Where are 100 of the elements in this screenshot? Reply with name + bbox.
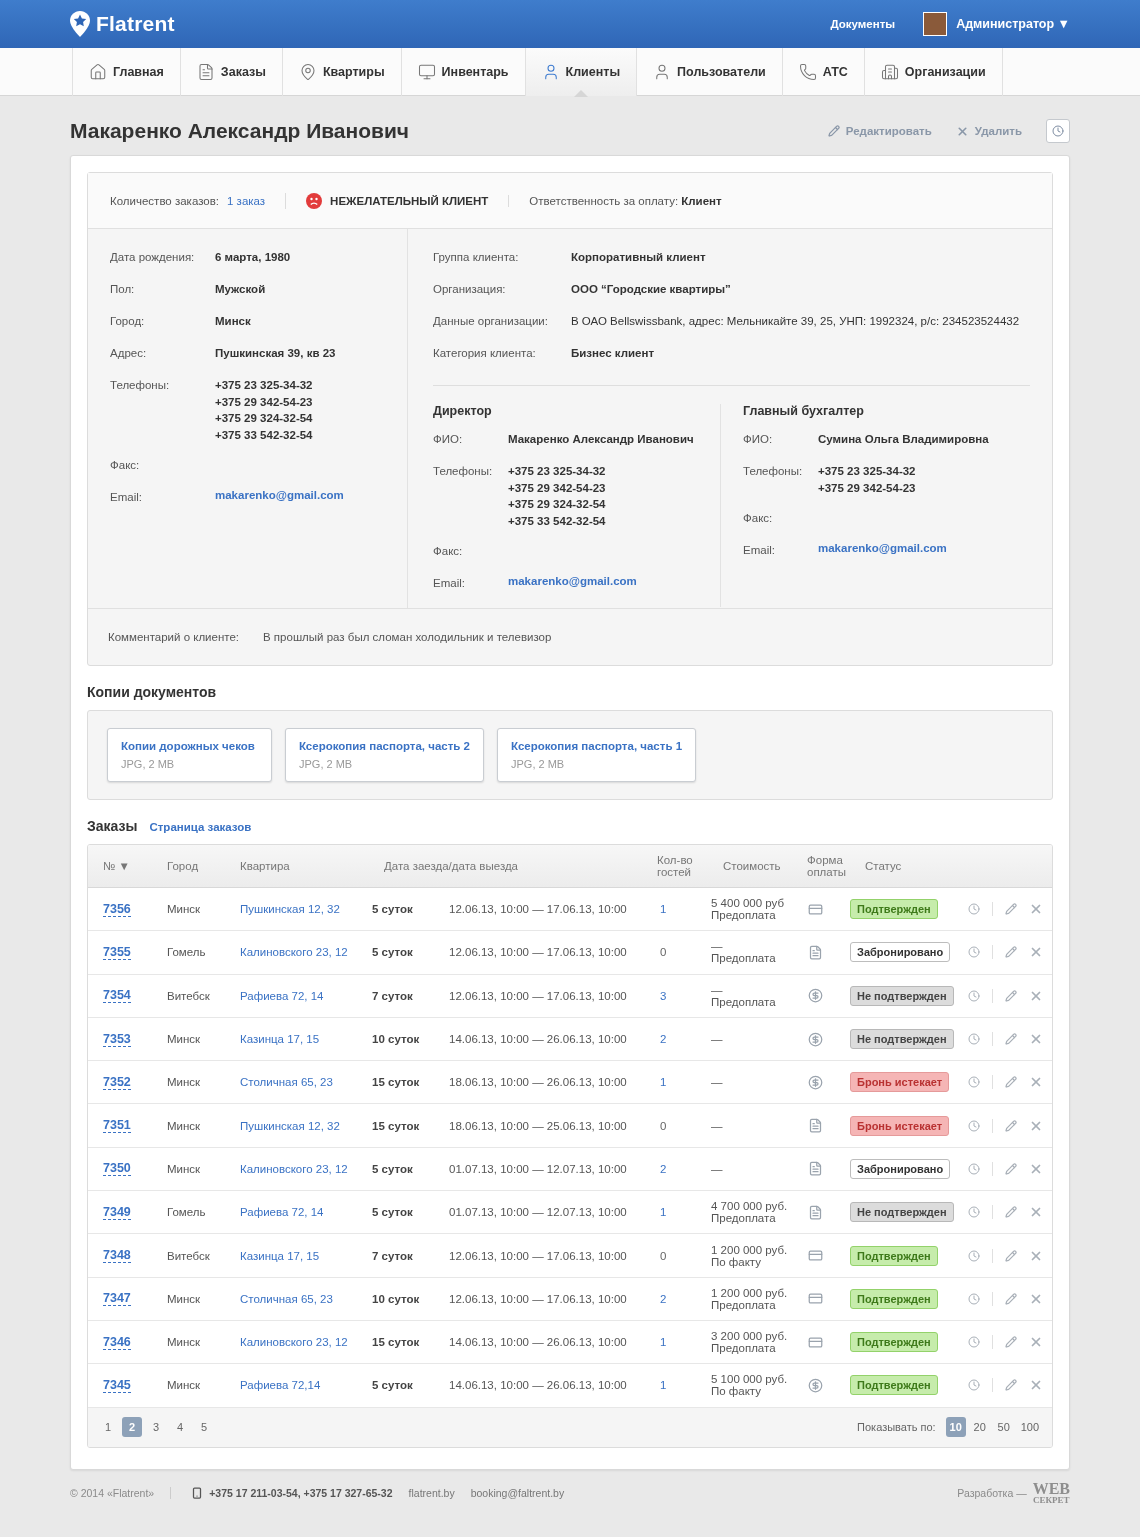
order-id-link[interactable]: 7355	[103, 944, 131, 960]
nav-tab[interactable]: Организации	[863, 48, 1003, 96]
apartment-link[interactable]: Рафиева 72,14	[225, 1379, 369, 1392]
pencil-icon[interactable]	[1005, 1336, 1017, 1349]
document-card[interactable]: Ксерокопия паспорта, часть 2 JPG, 2 MB	[285, 728, 485, 782]
guests-cell[interactable]: 2	[642, 1292, 708, 1305]
page-link[interactable]: 3	[146, 1417, 166, 1438]
apartment-link[interactable]: Столичная 65, 23	[225, 1292, 369, 1305]
city-cell-text: Минск	[166, 1379, 202, 1392]
guests-cell[interactable]: 1	[642, 1076, 708, 1089]
history-icon[interactable]	[968, 903, 980, 916]
nav-tab[interactable]: АТС	[781, 48, 864, 96]
status-badge: Подтвержден	[850, 899, 938, 920]
per-page-option[interactable]: 100	[1017, 1417, 1042, 1438]
order-id-link[interactable]: 7346	[103, 1334, 131, 1350]
apartment-link[interactable]: Столичная 65, 23	[225, 1076, 369, 1089]
guests-cell[interactable]: 2	[642, 1033, 708, 1046]
order-id-link[interactable]: 7356	[103, 901, 131, 917]
page-link[interactable]: 1	[98, 1417, 118, 1438]
field-label: Email:	[743, 543, 776, 558]
site-link[interactable]: flatrent.by	[408, 1486, 455, 1499]
apartment-link[interactable]: Калиновского 23, 12	[225, 1336, 369, 1349]
apartment-link[interactable]: Пушкинская 12, 32	[225, 903, 369, 916]
pencil-icon[interactable]	[1005, 1119, 1017, 1132]
history-button[interactable]	[1046, 119, 1070, 143]
apartment-link[interactable]: Пушкинская 12, 32	[225, 1119, 369, 1132]
user-menu[interactable]: Администратор ▼	[956, 17, 1070, 31]
nav-tab[interactable]: Главная	[72, 48, 180, 96]
comment-label: Комментарий о клиенте:	[108, 630, 239, 645]
per-page-option[interactable]: 50	[993, 1417, 1014, 1438]
field-label: Телефоны:	[433, 464, 494, 479]
column-header[interactable]: № ▼	[88, 860, 152, 872]
guests-cell[interactable]: 1	[642, 1336, 708, 1349]
nav-tab[interactable]: Инвентарь	[400, 48, 525, 96]
history-icon[interactable]	[968, 1119, 980, 1132]
history-icon[interactable]	[968, 1076, 980, 1089]
guests-cell[interactable]: 1	[642, 903, 708, 916]
history-icon[interactable]	[968, 946, 980, 959]
developer-logo-text[interactable]: WEB	[1032, 1481, 1070, 1496]
order-id-link[interactable]: 7350	[103, 1161, 131, 1177]
apartment-link[interactable]: Калиновского 23, 12	[225, 946, 369, 959]
history-icon[interactable]	[968, 1033, 980, 1046]
document-meta: JPG, 2 MB	[121, 758, 176, 770]
page-link[interactable]: 4	[170, 1417, 190, 1438]
order-id-link[interactable]: 7347	[103, 1291, 131, 1307]
apartment-link[interactable]: Казинца 17, 15	[225, 1249, 369, 1262]
history-icon[interactable]	[968, 1336, 980, 1349]
apartment-link[interactable]: Рафиева 72, 14	[225, 1206, 369, 1219]
documents-link[interactable]: Документы	[830, 18, 896, 30]
nav-tab[interactable]: Квартиры	[281, 48, 401, 96]
guests-cell[interactable]: 1	[642, 1206, 708, 1219]
order-id-link[interactable]: 7345	[103, 1377, 131, 1393]
apartment-link[interactable]: Калиновского 23, 12	[225, 1162, 369, 1175]
order-id-link[interactable]: 7348	[103, 1248, 131, 1263]
pencil-icon[interactable]	[1005, 1076, 1017, 1089]
payment-terms: Предоплата	[711, 1298, 776, 1311]
pencil-icon[interactable]	[1005, 946, 1017, 959]
history-icon[interactable]	[968, 989, 980, 1002]
orders-page-link[interactable]: Страница заказов	[149, 821, 252, 833]
email-link[interactable]: makarenko@gmail.com	[508, 575, 720, 587]
email-link[interactable]: makarenko@gmail.com	[818, 542, 1030, 554]
document-card[interactable]: Копии дорожных чеков JPG, 2 MB	[107, 728, 272, 782]
email-link[interactable]: makarenko@gmail.com	[215, 489, 407, 501]
order-id-link[interactable]: 7351	[103, 1118, 131, 1134]
document-card[interactable]: Ксерокопия паспорта, часть 1 JPG, 2 MB	[497, 728, 697, 782]
nav-tab[interactable]: Клиенты	[524, 48, 637, 96]
guests-cell[interactable]: 2	[642, 1162, 708, 1175]
per-page-option[interactable]: 10	[945, 1417, 966, 1438]
order-id-link[interactable]: 7349	[103, 1204, 131, 1220]
pencil-icon[interactable]	[1005, 1379, 1017, 1392]
pencil-icon[interactable]	[1005, 903, 1017, 916]
field-value: В ОАО Bellswissbank, адрес: Мельникайте 39, 25, УНП: 1992324, р/с: 234523524432	[571, 314, 1021, 329]
history-icon[interactable]	[968, 1162, 980, 1175]
pencil-icon[interactable]	[1005, 1249, 1017, 1262]
orders-count-link[interactable]: 1 заказ	[227, 194, 266, 207]
history-icon[interactable]	[968, 1249, 980, 1262]
nav-tab[interactable]: Пользователи	[636, 48, 782, 96]
apartment-link[interactable]: Рафиева 72, 14	[225, 989, 369, 1002]
developer-logo-text[interactable]: СЕКРЕТ	[1033, 1495, 1070, 1505]
nav-tab[interactable]: Заказы	[179, 48, 282, 96]
per-page-option[interactable]: 20	[969, 1417, 990, 1438]
pencil-icon[interactable]	[1005, 989, 1017, 1002]
cost-amount: —	[711, 983, 724, 996]
nights-cell-text: 5 суток	[371, 1379, 414, 1392]
pencil-icon[interactable]	[1005, 1162, 1017, 1175]
email-link[interactable]: booking@faltrent.by	[470, 1486, 565, 1499]
page-link[interactable]: 2	[122, 1417, 142, 1438]
pencil-icon[interactable]	[1005, 1292, 1017, 1305]
page-link[interactable]: 5	[194, 1417, 214, 1438]
order-id-link[interactable]: 7352	[103, 1074, 131, 1090]
guests-cell[interactable]: 3	[642, 989, 708, 1002]
history-icon[interactable]	[968, 1292, 980, 1305]
order-id-link[interactable]: 7354	[103, 988, 131, 1004]
apartment-link[interactable]: Казинца 17, 15	[225, 1033, 369, 1046]
pencil-icon[interactable]	[1005, 1033, 1017, 1046]
history-icon[interactable]	[968, 1379, 980, 1392]
order-id-link[interactable]: 7353	[103, 1031, 131, 1047]
pencil-icon[interactable]	[1005, 1206, 1017, 1219]
history-icon[interactable]	[968, 1206, 980, 1219]
guests-cell[interactable]: 1	[642, 1379, 708, 1392]
